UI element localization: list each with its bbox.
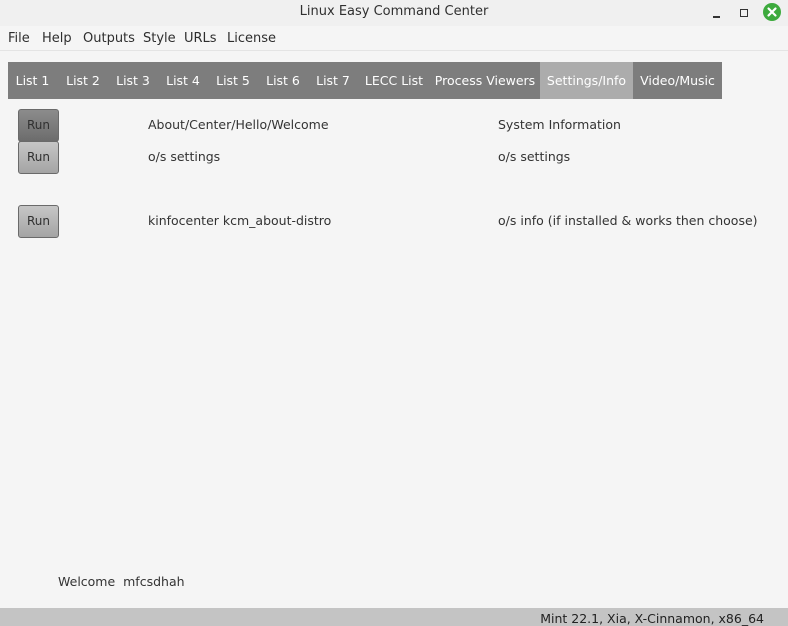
tab-list-4[interactable]: List 4 [158,62,208,99]
run-button[interactable]: Run [18,109,59,142]
tab-bar: List 1 List 2 List 3 List 4 List 5 List … [8,62,722,99]
tab-list-5[interactable]: List 5 [208,62,258,99]
window-title: Linux Easy Command Center [299,4,489,19]
tab-list-3[interactable]: List 3 [108,62,158,99]
tab-list-2[interactable]: List 2 [58,62,108,99]
tab-list-6[interactable]: List 6 [258,62,308,99]
welcome-message: Welcome mfcsdhah [58,574,185,589]
description-label: System Information [498,117,621,132]
menu-help[interactable]: Help [42,31,72,46]
menu-license[interactable]: License [227,31,276,46]
menu-outputs[interactable]: Outputs [83,31,135,46]
menu-style[interactable]: Style [143,31,176,46]
tab-video-music[interactable]: Video/Music [633,62,722,99]
tab-list-7[interactable]: List 7 [308,62,358,99]
status-bar: Mint 22.1, Xia, X-Cinnamon, x86_64 [0,608,788,626]
tab-process-viewers[interactable]: Process Viewers [430,62,540,99]
tab-list-1[interactable]: List 1 [8,62,57,99]
close-icon[interactable] [762,2,782,22]
menu-bar: File Help Outputs Style URLs License [0,26,788,51]
minimize-icon[interactable] [706,3,726,23]
command-label: kinfocenter kcm_about-distro [148,213,332,228]
maximize-icon[interactable] [734,3,754,23]
command-label: About/Center/Hello/Welcome [148,117,329,132]
tab-settings-info[interactable]: Settings/Info [540,62,633,99]
run-button[interactable]: Run [18,141,59,174]
title-bar: Linux Easy Command Center [0,0,788,26]
run-button[interactable]: Run [18,205,59,238]
command-label: o/s settings [148,149,221,164]
description-label: o/s settings [498,149,571,164]
description-label: o/s info (if installed & works then choo… [498,213,758,228]
menu-file[interactable]: File [8,31,30,46]
system-status: Mint 22.1, Xia, X-Cinnamon, x86_64 [540,611,764,626]
menu-urls[interactable]: URLs [184,31,217,46]
tab-lecc-list[interactable]: LECC List [358,62,430,99]
